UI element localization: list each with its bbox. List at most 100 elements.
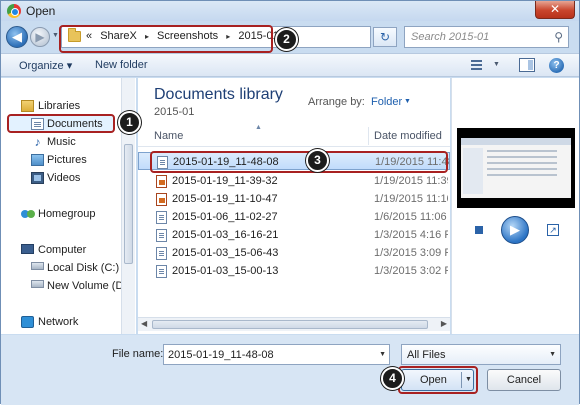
preview-thumbnail bbox=[461, 138, 571, 198]
nav-scrollbar-thumb[interactable] bbox=[124, 144, 133, 264]
file-list-pane: Documents library 2015-01 Arrange by: Fo… bbox=[138, 78, 450, 334]
file-icon bbox=[156, 247, 167, 260]
file-type-value: All Files bbox=[407, 349, 446, 361]
computer-icon bbox=[21, 244, 34, 254]
file-name: 2015-01-03_15-00-13 bbox=[172, 265, 279, 277]
change-view-icon[interactable] bbox=[471, 58, 487, 72]
arrange-dropdown-icon[interactable]: ▼ bbox=[404, 98, 411, 105]
recent-pages-dropdown-icon[interactable]: ▼ bbox=[52, 32, 59, 39]
file-name: 2015-01-03_15-06-43 bbox=[172, 247, 279, 259]
file-row[interactable]: 2015-01-06_11-02-27 1/6/2015 11:06 bbox=[138, 208, 450, 226]
file-icon bbox=[156, 265, 167, 278]
new-folder-button[interactable]: New folder bbox=[95, 59, 148, 71]
cancel-button[interactable]: Cancel bbox=[487, 369, 561, 391]
file-type-select[interactable]: All Files ▼ bbox=[401, 344, 561, 365]
sidebar-item-videos[interactable]: Videos bbox=[47, 172, 80, 184]
file-row[interactable]: 2015-01-19_11-39-32 1/19/2015 11:39 bbox=[138, 172, 450, 190]
help-icon[interactable]: ? bbox=[549, 58, 564, 73]
sidebar-item-network[interactable]: Network bbox=[38, 316, 78, 328]
search-icon[interactable]: ⚲ bbox=[554, 30, 563, 44]
file-icon bbox=[156, 211, 167, 224]
file-name: 2015-01-03_16-16-21 bbox=[172, 229, 279, 241]
refresh-button[interactable]: ↻ bbox=[373, 27, 397, 47]
file-type-dropdown-icon[interactable]: ▼ bbox=[549, 351, 556, 358]
sidebar-item-pictures[interactable]: Pictures bbox=[47, 154, 87, 166]
window-title: Open bbox=[26, 4, 56, 18]
file-date: 1/19/2015 11:10 bbox=[374, 193, 448, 205]
pictures-icon bbox=[31, 154, 44, 166]
file-name-label: File name: bbox=[112, 348, 164, 360]
network-icon bbox=[21, 316, 34, 328]
file-row[interactable]: 2015-01-03_15-00-13 1/3/2015 3:02 P bbox=[138, 262, 450, 280]
column-date-modified[interactable]: Date modified bbox=[374, 130, 442, 142]
library-title: Documents library bbox=[154, 86, 283, 103]
horizontal-scrollbar-thumb[interactable] bbox=[152, 320, 428, 329]
selected-file-highlight bbox=[150, 151, 448, 173]
arrange-by-label: Arrange by: bbox=[308, 96, 365, 108]
annotation-marker-4: 4 bbox=[381, 367, 404, 390]
file-row[interactable]: 2015-01-03_15-06-43 1/3/2015 3:09 P bbox=[138, 244, 450, 262]
back-button[interactable]: ◀ bbox=[6, 26, 28, 48]
sidebar-item-documents[interactable]: Documents bbox=[47, 118, 103, 130]
file-icon bbox=[156, 229, 167, 242]
library-subtitle: 2015-01 bbox=[154, 106, 195, 118]
play-icon[interactable]: ▶ bbox=[501, 216, 529, 244]
column-name[interactable]: Name bbox=[154, 130, 183, 142]
sidebar-item-computer[interactable]: Computer bbox=[38, 244, 86, 256]
scroll-right-icon[interactable]: ▶ bbox=[441, 319, 447, 328]
homegroup-icon bbox=[21, 208, 36, 220]
file-name-dropdown-icon[interactable]: ▼ bbox=[379, 351, 386, 358]
bottom-bar: File name: ▼ All Files ▼ Open ▼ Cancel bbox=[1, 335, 579, 405]
title-bar: Open ✕ bbox=[1, 1, 579, 21]
documents-icon bbox=[31, 118, 44, 130]
arrange-by-value[interactable]: Folder bbox=[371, 96, 402, 108]
command-bar: Organize ▾ New folder ▼ ? bbox=[1, 53, 579, 77]
open-button-highlight bbox=[398, 366, 478, 394]
file-date: 1/3/2015 3:02 P bbox=[374, 265, 448, 277]
sidebar-item-music[interactable]: Music bbox=[47, 136, 76, 148]
file-date: 1/6/2015 11:06 bbox=[374, 211, 447, 223]
search-input[interactable] bbox=[405, 27, 545, 47]
column-header: ▲ Name Date modified bbox=[138, 124, 450, 147]
address-highlight bbox=[59, 25, 273, 53]
file-date: 1/3/2015 4:16 P bbox=[374, 229, 448, 241]
file-row[interactable]: 2015-01-03_16-16-21 1/3/2015 4:16 P bbox=[138, 226, 450, 244]
video-preview bbox=[457, 128, 575, 208]
stop-icon[interactable] bbox=[475, 226, 483, 234]
horizontal-scrollbar[interactable]: ◀ ▶ bbox=[138, 317, 450, 331]
search-box[interactable]: ⚲ bbox=[404, 26, 569, 48]
annotation-marker-3: 3 bbox=[306, 149, 329, 172]
chrome-app-icon bbox=[7, 4, 21, 18]
sidebar-item-new-volume[interactable]: New Volume (D:) bbox=[47, 280, 130, 292]
sidebar-item-local-disk[interactable]: Local Disk (C:) bbox=[47, 262, 119, 274]
file-name: 2015-01-19_11-10-47 bbox=[172, 193, 278, 205]
local-disk-icon bbox=[31, 262, 44, 270]
file-row[interactable]: 2015-01-19_11-10-47 1/19/2015 11:10 bbox=[138, 190, 450, 208]
open-in-player-icon[interactable]: ↗ bbox=[547, 224, 559, 236]
preview-pane-icon[interactable] bbox=[519, 58, 535, 72]
scroll-left-icon[interactable]: ◀ bbox=[141, 319, 147, 328]
annotation-marker-2: 2 bbox=[275, 28, 298, 51]
library-icon bbox=[21, 100, 34, 112]
sidebar-item-libraries[interactable]: Libraries bbox=[38, 100, 80, 112]
preview-controls: ▶ ↗ bbox=[457, 212, 575, 252]
file-name: 2015-01-06_11-02-27 bbox=[172, 211, 278, 223]
open-dialog: Open ✕ ◀ ▶ ▼ « ShareX ▸ Screenshots ▸ 20… bbox=[0, 0, 580, 405]
file-icon bbox=[156, 175, 167, 188]
forward-button[interactable]: ▶ bbox=[30, 27, 50, 47]
sort-caret-icon: ▲ bbox=[255, 124, 262, 131]
annotation-marker-1: 1 bbox=[118, 111, 141, 134]
file-name-input[interactable] bbox=[164, 345, 369, 364]
close-button[interactable]: ✕ bbox=[535, 1, 575, 19]
column-divider[interactable] bbox=[368, 127, 369, 145]
organize-button[interactable]: Organize ▾ bbox=[19, 59, 72, 72]
file-date: 1/3/2015 3:09 P bbox=[374, 247, 448, 259]
sidebar-item-homegroup[interactable]: Homegroup bbox=[38, 208, 95, 220]
file-name-field[interactable]: ▼ bbox=[163, 344, 390, 365]
new-volume-icon bbox=[31, 280, 44, 288]
file-date: 1/19/2015 11:39 bbox=[374, 175, 448, 187]
music-icon: ♪ bbox=[34, 135, 41, 149]
file-name: 2015-01-19_11-39-32 bbox=[172, 175, 278, 187]
view-options-dropdown-icon[interactable]: ▼ bbox=[493, 61, 500, 68]
videos-icon bbox=[31, 172, 44, 184]
